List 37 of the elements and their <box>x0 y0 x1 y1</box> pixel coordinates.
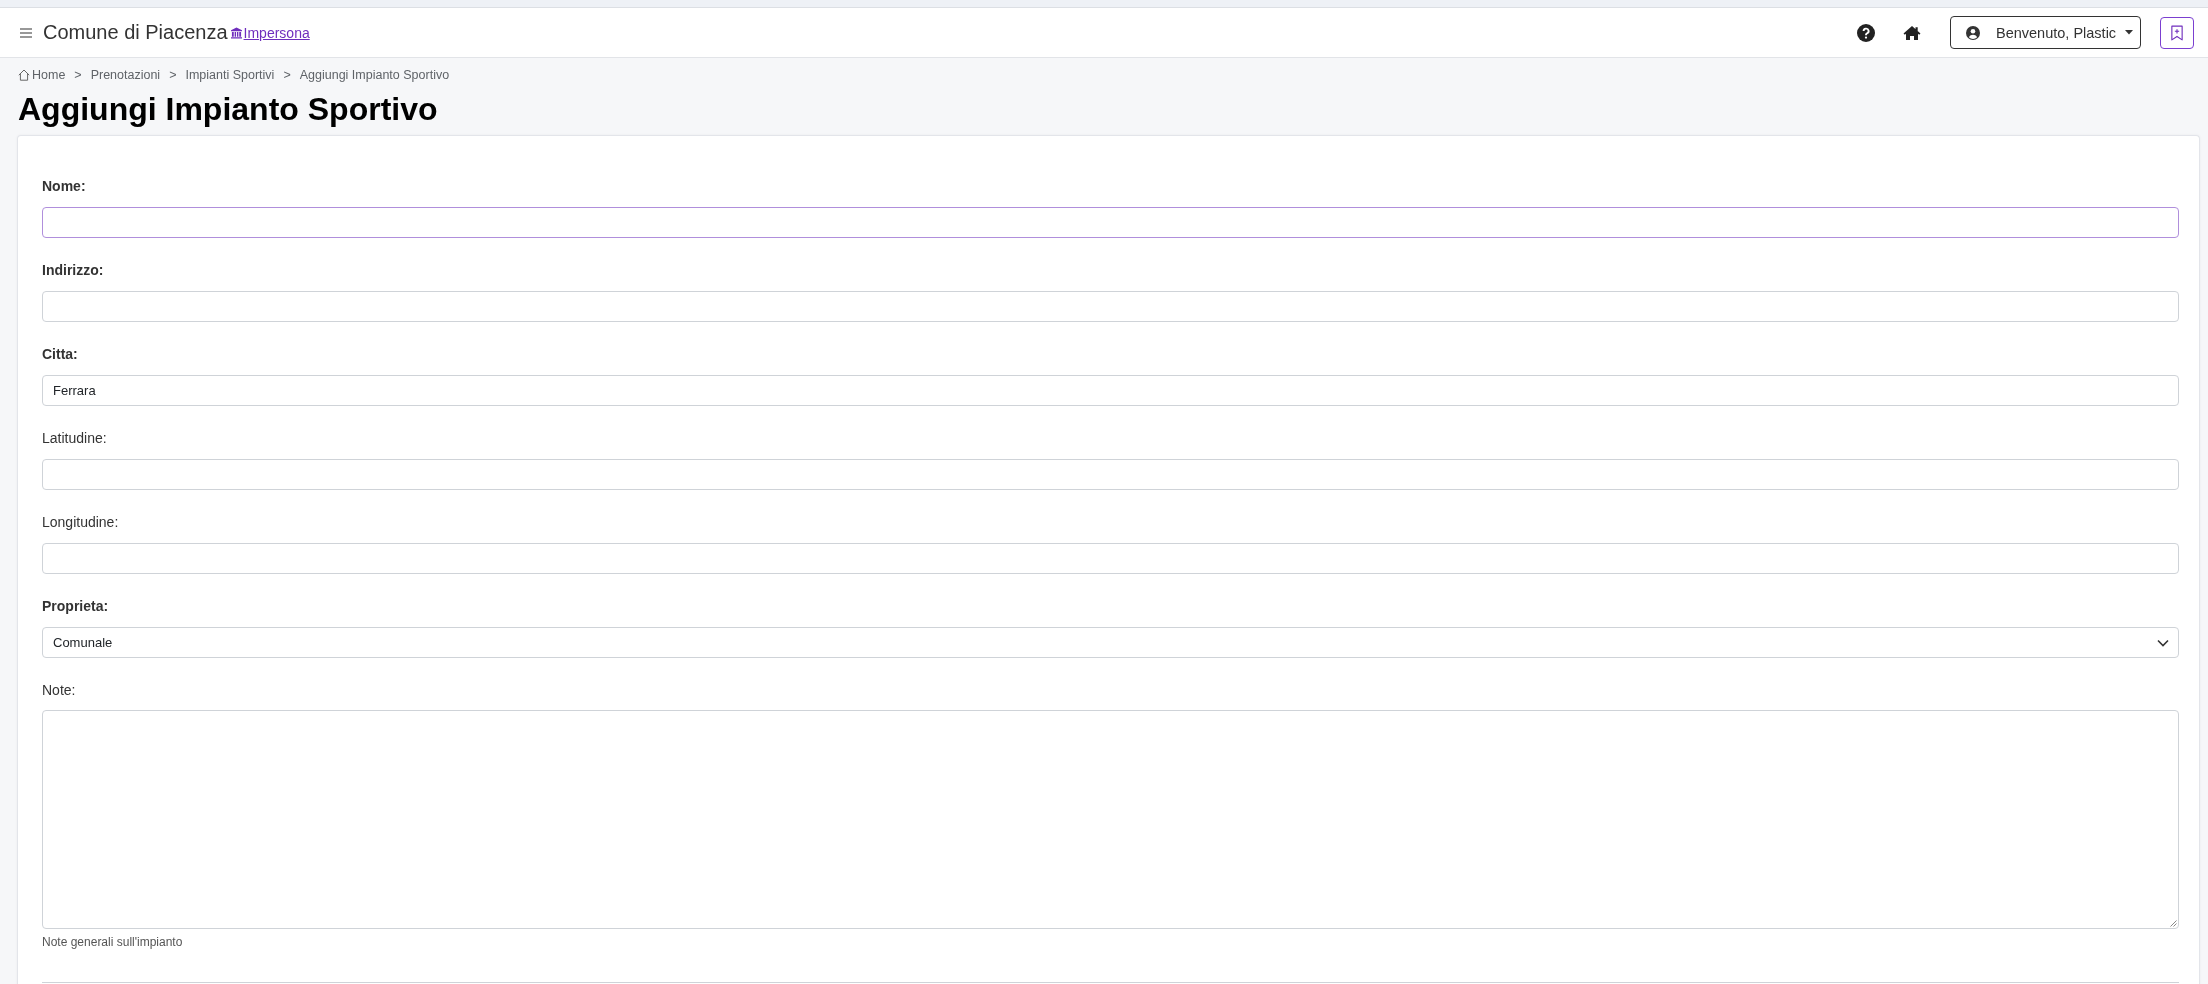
breadcrumb-separator: > <box>74 68 82 82</box>
field-label: Latitudine: <box>42 429 107 448</box>
menu-icon[interactable] <box>20 27 32 38</box>
breadcrumb-current-page: Aggiungi Impianto Sportivo <box>299 68 450 82</box>
chevron-down-icon <box>2157 638 2169 647</box>
user-circle-icon <box>1966 25 1980 40</box>
field-label: Nome: <box>42 177 86 196</box>
textarea-field[interactable] <box>42 710 2179 929</box>
field-label: Citta: <box>42 345 78 364</box>
resize-handle-icon[interactable] <box>2169 919 2177 927</box>
user-menu-button[interactable]: Benvenuto, Plastic <box>1950 16 2141 49</box>
field-label: Note: <box>42 681 76 700</box>
input-field[interactable] <box>42 543 2179 574</box>
input-field[interactable] <box>42 459 2179 490</box>
impersona-link[interactable]: Impersona <box>230 24 310 41</box>
breadcrumb-separator: > <box>283 68 291 82</box>
input-field[interactable]: Ferrara <box>42 375 2179 406</box>
field-label: Proprieta: <box>42 597 109 616</box>
breadcrumb-link[interactable]: Impianti Sportivi <box>185 68 275 82</box>
building-icon <box>230 26 242 39</box>
add-bookmark-button[interactable] <box>2160 16 2194 49</box>
page-title: Aggiungi Impianto Sportivo <box>18 91 438 127</box>
breadcrumb-link[interactable]: Prenotazioni <box>90 68 161 82</box>
field-label: Indirizzo: <box>42 261 104 280</box>
input-field[interactable] <box>42 291 2179 322</box>
home-icon[interactable] <box>1903 24 1921 41</box>
caret-icon <box>2125 30 2134 35</box>
help-icon[interactable] <box>1857 23 1875 42</box>
site-title[interactable]: Comune di Piacenza <box>43 21 228 44</box>
home-icon <box>18 69 30 81</box>
field-label: Longitudine: <box>42 513 119 532</box>
breadcrumb-link[interactable]: Home <box>18 68 66 82</box>
bookmark-plus-icon <box>2171 24 2183 41</box>
select-field[interactable]: Comunale <box>42 627 2179 658</box>
breadcrumb-separator: > <box>169 68 177 82</box>
input-field[interactable] <box>42 207 2179 238</box>
help-text: Note generali sull'impianto <box>42 935 183 949</box>
